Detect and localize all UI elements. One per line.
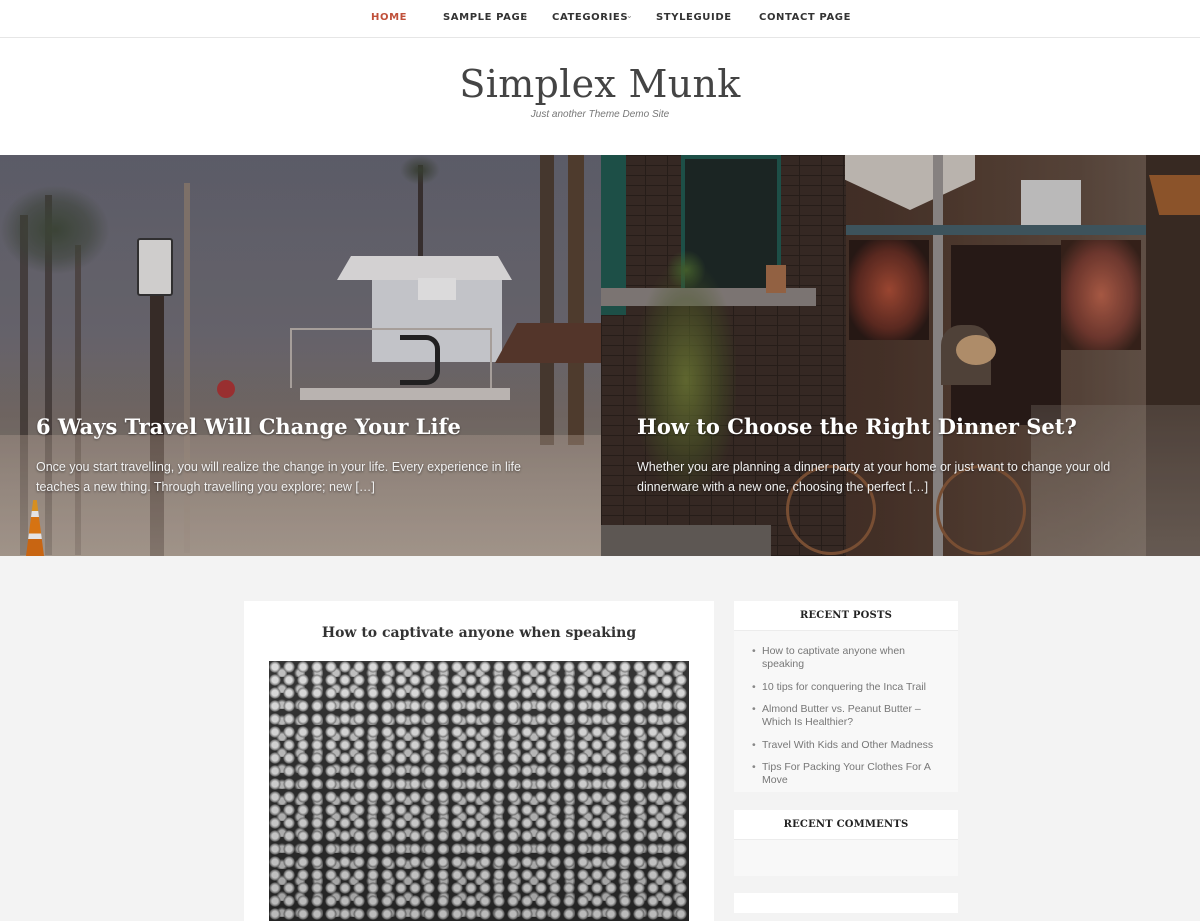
primary-navigation: Home Sample Page ⌄ Categories ⌄ Stylegui… (0, 0, 1200, 38)
widget-title: Recent Comments (734, 810, 958, 840)
featured-post-excerpt: Once you start travelling, you will real… (36, 460, 521, 494)
featured-post-excerpt: Whether you are planning a dinner party … (637, 460, 1111, 494)
nav-item-styleguide[interactable]: Styleguide (656, 12, 732, 23)
widget-title-text: Recent Posts (799, 610, 893, 621)
nav-item-contact-page[interactable]: Contact Page (759, 12, 851, 23)
featured-post-title[interactable]: 6 Ways Travel Will Change Your Life (36, 414, 461, 439)
recent-post-link[interactable]: Tips For Packing Your Clothes For A Move (752, 761, 940, 787)
recent-post-link[interactable]: How to captivate anyone when speaking (752, 645, 940, 671)
nav-item-categories[interactable]: Categories (552, 12, 628, 23)
site-tagline: Just another Theme Demo Site (530, 109, 670, 120)
nav-item-sample-page[interactable]: Sample Page (443, 12, 528, 23)
post-featured-image[interactable] (269, 661, 689, 921)
widget-title-text: Recent Comments (783, 819, 909, 830)
site-title[interactable]: Simplex Munk (0, 62, 1200, 106)
post-card: How to captivate anyone when speaking (244, 601, 714, 921)
recent-posts-widget: Recent Posts How to captivate anyone whe… (734, 601, 958, 792)
recent-post-link[interactable]: 10 tips for conquering the Inca Trail (752, 681, 940, 694)
featured-post-dinner-set[interactable]: How to Choose the Right Dinner Set? Whet… (601, 155, 1200, 556)
chevron-down-icon[interactable]: ⌄ (522, 11, 529, 20)
chevron-down-icon[interactable]: ⌄ (626, 11, 633, 20)
featured-post-title[interactable]: How to Choose the Right Dinner Set? (637, 414, 1077, 439)
nav-item-home[interactable]: Home (371, 12, 407, 23)
recent-post-link[interactable]: Travel With Kids and Other Madness (752, 739, 940, 752)
widget-title: Recent Posts (734, 601, 958, 631)
site-header: Simplex Munk Just another Theme Demo Sit… (0, 38, 1200, 155)
featured-post-travel[interactable]: 6 Ways Travel Will Change Your Life Once… (0, 155, 601, 556)
recent-post-link[interactable]: Almond Butter vs. Peanut Butter – Which … (752, 703, 940, 729)
recent-comments-widget: Recent Comments (734, 810, 958, 876)
post-title[interactable]: How to captivate anyone when speaking (244, 625, 714, 641)
recent-posts-list: How to captivate anyone when speaking 10… (734, 631, 958, 813)
sidebar-widget (734, 893, 958, 913)
